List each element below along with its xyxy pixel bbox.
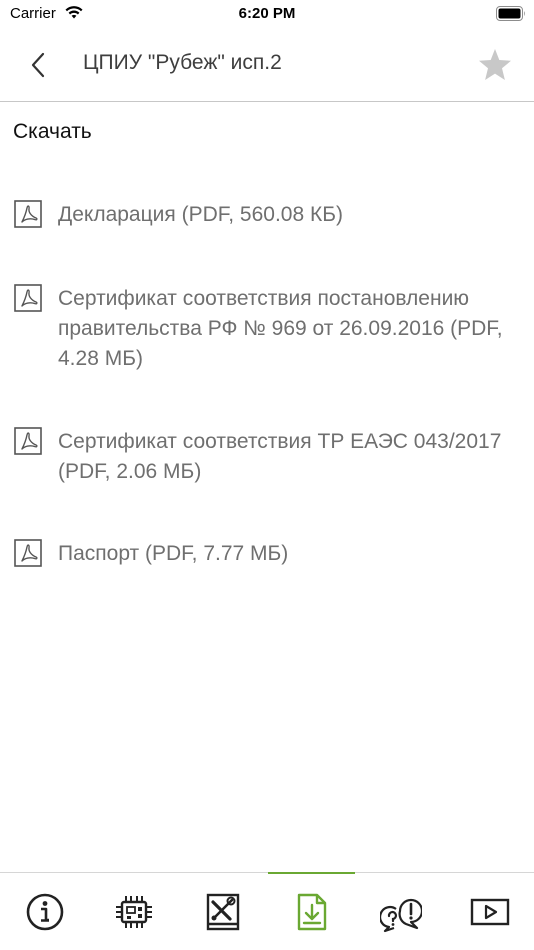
- document-item-certificate-eaes[interactable]: Сертификат соответствия ТР ЕАЭС 043/2017…: [14, 427, 524, 487]
- back-button[interactable]: [24, 50, 52, 80]
- status-bar: Carrier 6:20 PM: [0, 0, 534, 30]
- question-bubbles-icon: [379, 898, 422, 933]
- tab-downloads[interactable]: [267, 872, 356, 950]
- star-icon[interactable]: [476, 46, 514, 84]
- pdf-icon: [14, 539, 42, 567]
- video-play-icon: [470, 898, 509, 926]
- tab-device[interactable]: [89, 873, 178, 950]
- chip-icon: [115, 896, 152, 928]
- tab-faq[interactable]: [356, 873, 445, 950]
- page-title: ЦПИУ "Рубеж" исп.2: [83, 51, 282, 74]
- tab-manual[interactable]: [178, 873, 267, 950]
- tab-bar: [0, 872, 534, 950]
- document-label: Сертификат соответствия ТР ЕАЭС 043/2017…: [58, 430, 502, 483]
- chevron-left-icon: [31, 52, 45, 78]
- document-label: Паспорт (PDF, 7.77 МБ): [58, 542, 289, 565]
- pdf-icon: [14, 284, 42, 312]
- tab-info[interactable]: [0, 873, 89, 950]
- info-icon: [26, 893, 63, 931]
- document-item-declaration[interactable]: Декларация (PDF, 560.08 КБ): [14, 200, 524, 230]
- document-label: Декларация (PDF, 560.08 КБ): [58, 203, 343, 226]
- pdf-icon: [14, 200, 42, 228]
- clock: 6:20 PM: [238, 5, 296, 22]
- document-label: Сертификат соответствия постановлению пр…: [58, 287, 503, 370]
- download-file-icon: [297, 893, 326, 931]
- tools-manual-icon: [206, 893, 239, 931]
- section-title: Скачать: [13, 120, 92, 143]
- pdf-icon: [14, 427, 42, 455]
- navigation-header: ЦПИУ "Рубеж" исп.2: [0, 30, 534, 102]
- battery-icon: [496, 6, 525, 21]
- tab-video[interactable]: [445, 873, 534, 950]
- document-item-certificate-969[interactable]: Сертификат соответствия постановлению пр…: [14, 284, 524, 374]
- document-item-passport[interactable]: Паспорт (PDF, 7.77 МБ): [14, 539, 524, 569]
